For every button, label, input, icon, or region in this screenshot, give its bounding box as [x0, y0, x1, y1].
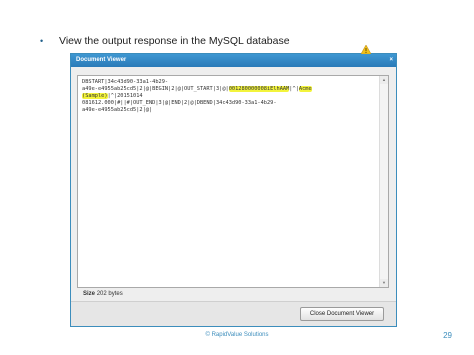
document-size: Size 202 bytes — [83, 291, 123, 297]
highlighted-account-suffix: (Sample) — [82, 93, 108, 99]
size-label: Size — [83, 291, 96, 297]
copyright-notice: © RapidValue Solutions — [205, 332, 269, 338]
size-value: 202 bytes — [96, 291, 123, 297]
content-line-3: |^|20151014 — [107, 93, 143, 99]
viewer-footer: Close Document Viewer — [71, 301, 396, 326]
highlighted-account-name: Acme — [298, 86, 312, 92]
close-document-viewer-button[interactable]: Close Document Viewer — [300, 307, 384, 321]
content-line-1: DBSTART|34c43d90-33a1-4b29- — [82, 79, 169, 85]
page-number: 29 — [443, 331, 452, 340]
window-title: Document Viewer — [76, 57, 127, 63]
bullet-marker: • — [40, 36, 44, 46]
bullet-text: View the output response in the MySQL da… — [59, 35, 290, 47]
content-line-5: a49e-e4955ab25cd5|2|@| — [82, 107, 153, 113]
scroll-down-icon[interactable]: ▼ — [380, 279, 388, 287]
content-line-4: 081612.000|#||#|OUT_END|3|@|END|2|@|DBEN… — [82, 100, 277, 106]
line-separator: |^| — [289, 86, 299, 92]
close-icon[interactable]: × — [389, 55, 393, 65]
scroll-up-icon[interactable]: ▲ — [380, 76, 388, 84]
content-line-2: a49e-e4955ab25cd5|2|@|BEGIN|2|@|OUT_STAR… — [82, 86, 229, 92]
bullet-item: • View the output response in the MySQL … — [40, 34, 290, 48]
document-viewer-window: Document Viewer × DBSTART|34c43d90-33a1-… — [70, 45, 397, 327]
window-title-bar: Document Viewer × — [71, 54, 396, 67]
warning-icon — [361, 45, 371, 54]
document-text[interactable]: DBSTART|34c43d90-33a1-4b29- a49e-e4955ab… — [82, 79, 374, 114]
document-content-area[interactable]: DBSTART|34c43d90-33a1-4b29- a49e-e4955ab… — [77, 75, 389, 288]
highlighted-record-id: 001280000008iElhAAM — [228, 86, 290, 92]
vertical-scrollbar[interactable]: ▲ ▼ — [379, 76, 388, 287]
